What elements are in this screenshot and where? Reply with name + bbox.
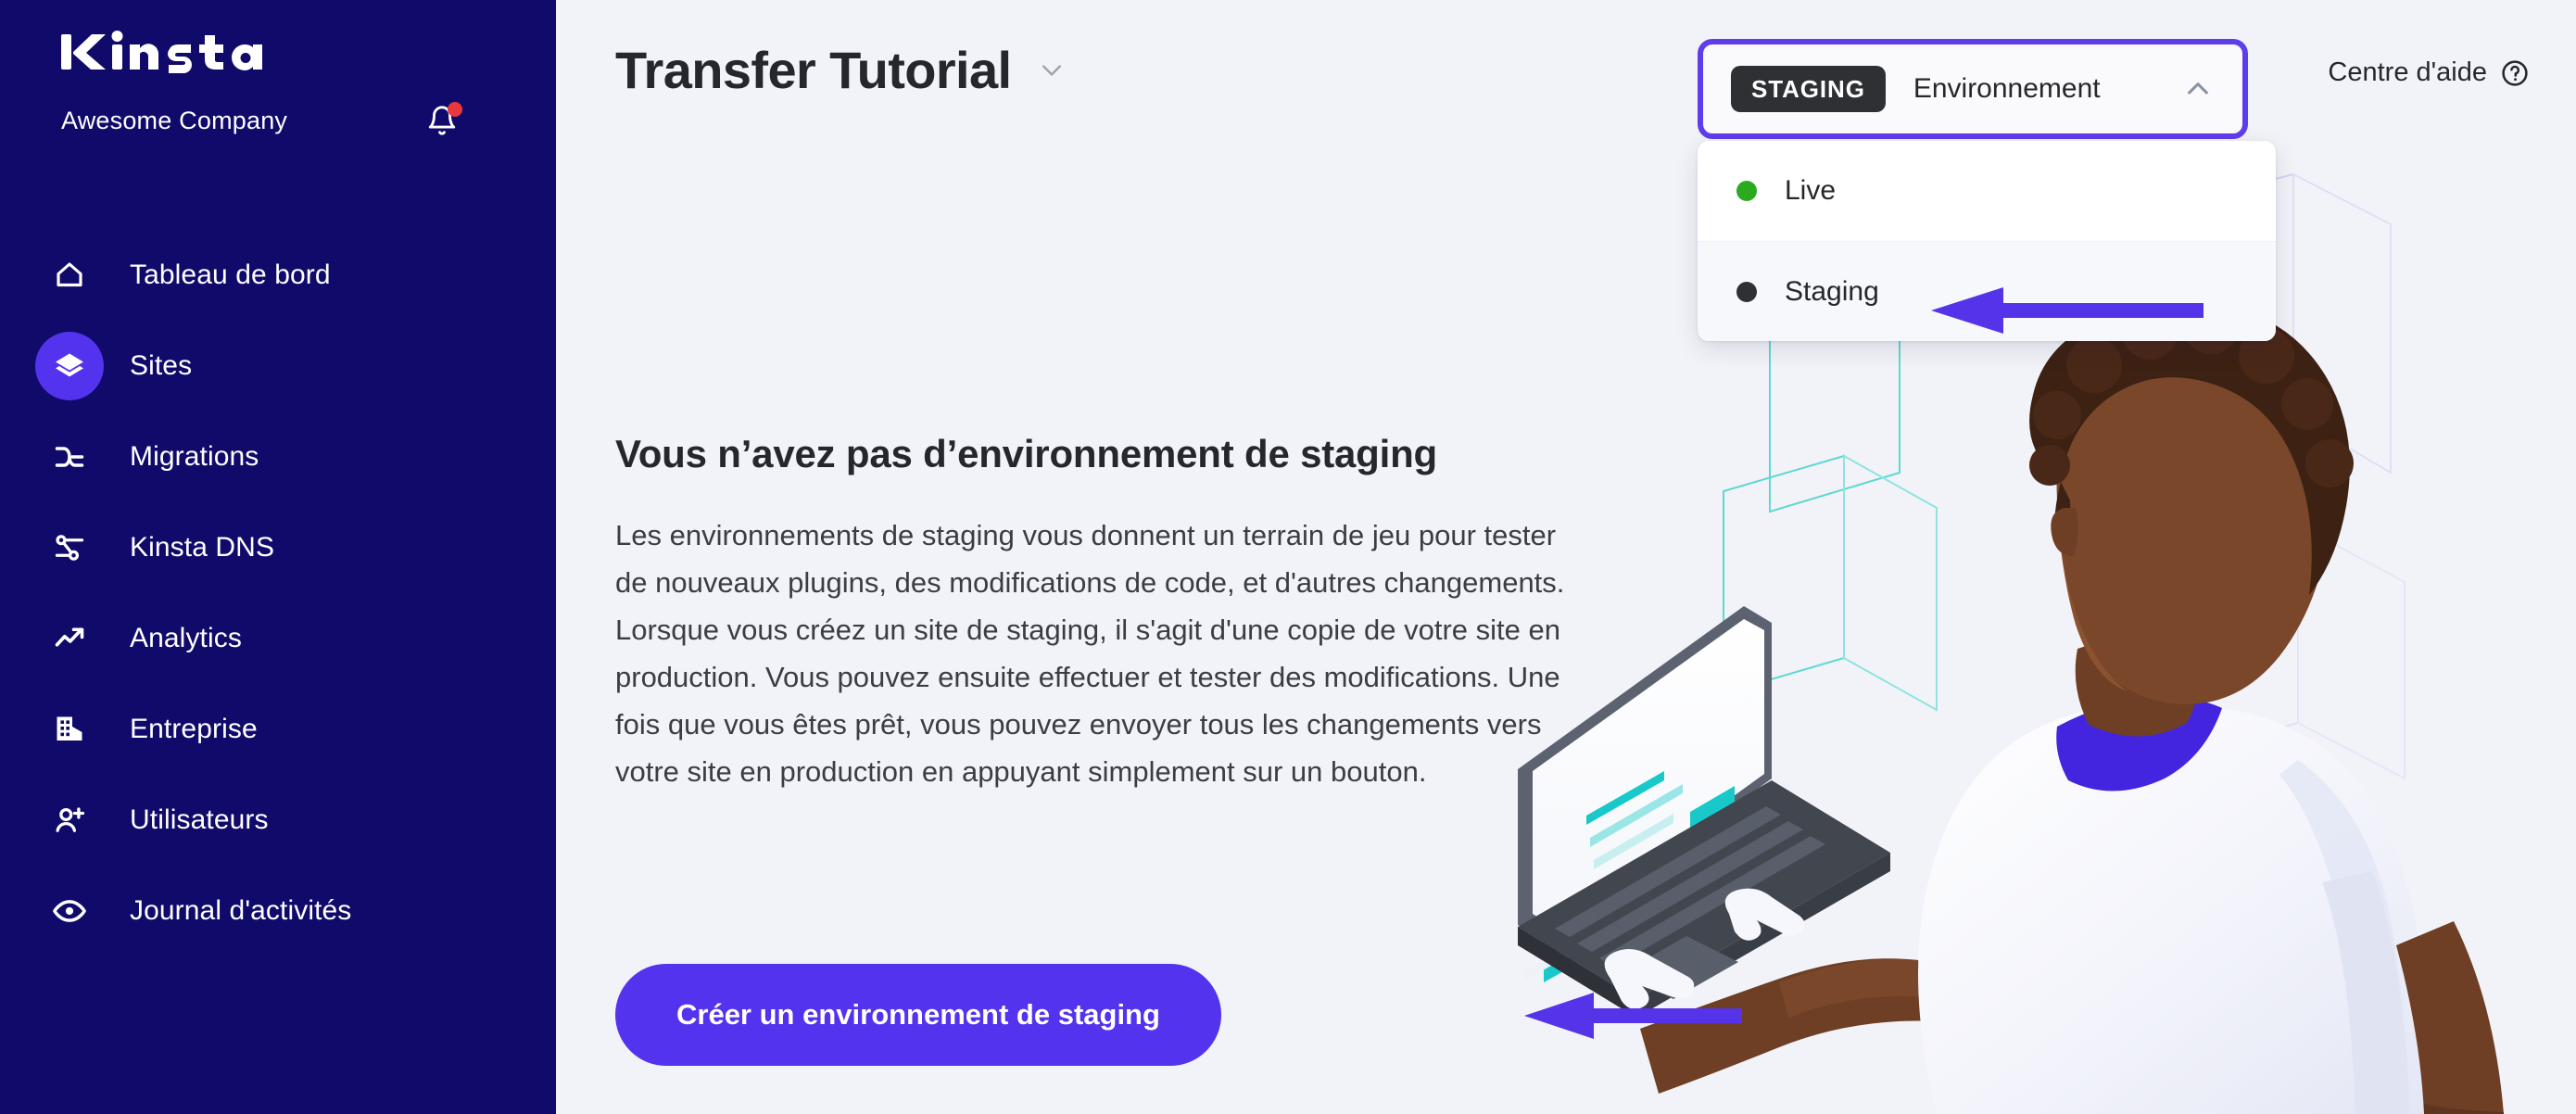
chevron-down-icon[interactable] [1036, 55, 1067, 86]
environment-selector-button[interactable]: STAGING Environnement [1698, 39, 2248, 139]
sidebar-item-tableau-de-bord[interactable]: Tableau de bord [0, 230, 556, 321]
sidebar: Awesome Company Tableau de bord Sites Mi… [0, 0, 556, 1114]
sidebar-item-journal-activites[interactable]: Journal d'activités [0, 866, 556, 956]
empty-state-content: Vous n’avez pas d’environnement de stagi… [615, 432, 1597, 795]
page-title: Transfer Tutorial [615, 41, 1012, 99]
environment-badge: STAGING [1731, 66, 1886, 112]
user-plus-icon [35, 786, 104, 854]
status-dot-live [1736, 181, 1757, 201]
sidebar-item-label: Utilisateurs [130, 804, 269, 835]
sidebar-item-label: Tableau de bord [130, 260, 331, 290]
sidebar-item-label: Kinsta DNS [130, 532, 275, 563]
trending-up-icon [35, 604, 104, 673]
environment-dropdown-menu: Live Staging [1698, 141, 2276, 341]
sidebar-item-label: Sites [130, 350, 193, 381]
kinsta-logo[interactable] [61, 24, 293, 78]
status-dot-staging [1736, 281, 1757, 302]
environment-option-live[interactable]: Live [1698, 141, 2276, 241]
migration-icon [35, 423, 104, 491]
help-center-link[interactable]: Centre d'aide [2328, 57, 2530, 88]
arrow-to-create-staging-button [1520, 988, 1742, 1044]
environment-option-staging[interactable]: Staging [1698, 241, 2276, 341]
home-icon [35, 241, 104, 310]
notification-dot [448, 102, 462, 117]
question-circle-icon [2500, 58, 2530, 88]
layers-icon [35, 332, 104, 400]
sidebar-item-label: Migrations [130, 441, 259, 472]
sidebar-nav: Tableau de bord Sites Migrations Kinsta … [0, 230, 556, 956]
sidebar-item-label: Journal d'activités [130, 895, 352, 926]
page-title-wrap: Transfer Tutorial [615, 44, 1067, 96]
company-row: Awesome Company [61, 102, 511, 139]
sidebar-item-migrations[interactable]: Migrations [0, 411, 556, 502]
building-icon [35, 695, 104, 764]
empty-state-paragraph: Les environnements de staging vous donne… [615, 519, 1565, 788]
chevron-up-icon [2181, 72, 2215, 106]
notifications-button[interactable] [426, 102, 462, 136]
sidebar-item-label: Analytics [130, 623, 242, 653]
sidebar-item-label: Entreprise [130, 714, 258, 744]
environment-option-label: Staging [1785, 275, 1879, 307]
eye-icon [35, 877, 104, 945]
company-name: Awesome Company [61, 106, 288, 134]
app-root: Awesome Company Tableau de bord Sites Mi… [0, 0, 2576, 1114]
sidebar-item-analytics[interactable]: Analytics [0, 593, 556, 684]
main-area: Transfer Tutorial STAGING Environnement [556, 0, 2576, 1114]
help-center-label: Centre d'aide [2328, 57, 2487, 87]
sidebar-item-entreprise[interactable]: Entreprise [0, 684, 556, 775]
empty-state-heading: Vous n’avez pas d’environnement de stagi… [615, 432, 1438, 475]
sidebar-item-kinsta-dns[interactable]: Kinsta DNS [0, 502, 556, 593]
create-staging-environment-button[interactable]: Créer un environnement de staging [615, 964, 1221, 1066]
environment-option-label: Live [1785, 175, 1837, 206]
environment-selector-label: Environnement [1913, 73, 2101, 104]
dns-nodes-icon [35, 513, 104, 582]
sidebar-item-utilisateurs[interactable]: Utilisateurs [0, 775, 556, 866]
sidebar-item-sites[interactable]: Sites [0, 321, 556, 411]
